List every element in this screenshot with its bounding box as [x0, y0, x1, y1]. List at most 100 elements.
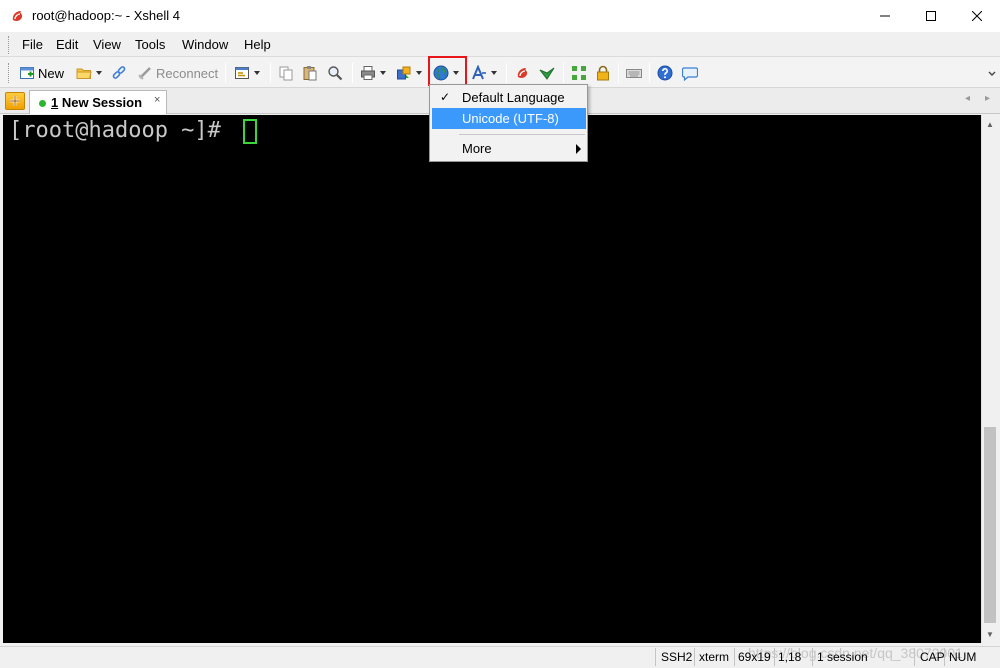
open-button[interactable] — [76, 62, 102, 84]
font-button[interactable] — [471, 62, 497, 84]
tab-scroll-right-icon[interactable]: ▸ — [985, 93, 990, 104]
lock-button[interactable] — [595, 62, 611, 84]
copy-icon — [279, 66, 293, 81]
scrollbar-thumb[interactable] — [984, 427, 996, 623]
new-label: New — [38, 65, 65, 81]
help-button[interactable] — [657, 62, 673, 84]
open-folder-icon — [76, 68, 92, 79]
status-separator — [774, 648, 775, 666]
xagent-button[interactable] — [539, 62, 555, 84]
menubar-grip[interactable] — [8, 36, 11, 54]
paste-button[interactable] — [302, 62, 318, 84]
chevron-down-icon — [491, 71, 497, 75]
menu-edit[interactable]: Edit — [56, 37, 78, 52]
encoding-globe-icon — [433, 65, 449, 81]
submenu-arrow-icon — [576, 144, 581, 154]
tab-scroll-left-icon[interactable]: ◂ — [965, 93, 970, 104]
plus-icon — [10, 96, 20, 106]
tab-label: 1 New Session — [51, 95, 142, 110]
status-separator — [812, 648, 813, 666]
status-separator — [944, 648, 945, 666]
status-terminal-type: xterm — [699, 650, 729, 664]
status-cursor-position: 1,18 — [778, 650, 802, 664]
status-terminal-size: 69x19 — [738, 650, 771, 664]
copy-button[interactable] — [278, 62, 294, 84]
reconnect-button[interactable]: Reconnect — [137, 62, 218, 84]
paste-icon — [303, 66, 317, 81]
link-icon — [112, 66, 126, 79]
close-icon — [972, 11, 982, 21]
chevron-down-icon — [416, 71, 422, 75]
menu-item-unicode-utf8[interactable]: Unicode (UTF-8) — [432, 108, 586, 129]
menu-item-label: More — [462, 141, 492, 156]
menu-window[interactable]: Window — [182, 37, 228, 52]
find-button[interactable] — [327, 62, 343, 84]
toolbar-separator — [225, 63, 226, 83]
menu-separator — [459, 134, 585, 135]
maximize-button[interactable] — [908, 0, 954, 32]
shell-prompt: [root@hadoop ~]# — [9, 118, 235, 143]
fullscreen-button[interactable] — [571, 62, 587, 84]
checkmark-icon: ✓ — [440, 90, 451, 104]
status-separator — [694, 648, 695, 666]
menu-item-more[interactable]: More — [432, 138, 586, 159]
scroll-down-icon[interactable]: ▼ — [982, 627, 998, 641]
encoding-button[interactable] — [433, 62, 459, 84]
status-num-lock: NUM — [949, 650, 977, 664]
keyboard-button[interactable] — [626, 62, 642, 84]
menu-file[interactable]: File — [22, 37, 43, 52]
fullscreen-icon — [572, 66, 586, 80]
chevron-down-icon — [453, 71, 459, 75]
minimize-button[interactable] — [862, 0, 908, 32]
terminal-cursor — [243, 119, 257, 144]
window-title: root@hadoop:~ - Xshell 4 — [32, 8, 180, 23]
status-separator — [914, 648, 915, 666]
font-icon — [472, 65, 486, 80]
chat-button[interactable] — [682, 62, 698, 84]
toolbar-overflow-icon[interactable] — [988, 70, 996, 78]
menu-help[interactable]: Help — [244, 37, 271, 52]
xftp-button[interactable] — [515, 62, 531, 84]
tab-close-button[interactable]: × — [154, 94, 160, 106]
chevron-down-icon — [380, 71, 386, 75]
status-separator — [655, 648, 656, 666]
menu-view[interactable]: View — [93, 37, 121, 52]
transfer-button[interactable] — [396, 62, 422, 84]
status-separator — [734, 648, 735, 666]
menu-item-label: Unicode (UTF-8) — [462, 111, 559, 126]
tab-new-session[interactable]: 1 New Session × — [29, 90, 167, 114]
close-button[interactable] — [954, 0, 1000, 32]
keyboard-icon — [626, 69, 642, 78]
help-icon — [657, 65, 673, 81]
chevron-down-icon — [254, 71, 260, 75]
chevron-down-icon — [96, 71, 102, 75]
lock-icon — [597, 65, 609, 81]
toolbar-grip[interactable] — [8, 63, 11, 83]
properties-icon — [235, 67, 249, 79]
status-protocol: SSH2 — [661, 650, 693, 664]
new-session-button[interactable]: New — [19, 62, 64, 84]
reconnect-icon — [138, 67, 151, 80]
xagent-icon — [539, 67, 555, 80]
connect-link-button[interactable] — [111, 62, 127, 84]
menu-tools[interactable]: Tools — [135, 37, 165, 52]
terminal-area[interactable]: [root@hadoop ~]# — [3, 115, 981, 643]
xftp-icon — [517, 68, 528, 78]
reconnect-label: Reconnect — [156, 65, 219, 81]
print-button[interactable] — [360, 62, 386, 84]
menu-item-label: Default Language — [462, 90, 565, 105]
toolbar-separator — [563, 63, 564, 83]
add-tab-button[interactable] — [5, 92, 25, 110]
properties-button[interactable] — [234, 62, 260, 84]
find-icon — [328, 66, 343, 81]
toolbar-separator — [649, 63, 650, 83]
xshell-logo-icon — [10, 8, 26, 24]
scroll-up-icon[interactable]: ▲ — [982, 117, 998, 131]
print-icon — [361, 66, 375, 80]
toolbar-separator — [270, 63, 271, 83]
transfer-icon — [397, 66, 411, 80]
menu-item-default-language[interactable]: ✓ Default Language — [432, 87, 586, 108]
toolbar-separator — [352, 63, 353, 83]
status-sessions: 1 session — [817, 650, 868, 664]
terminal-scrollbar[interactable]: ▲ ▼ — [981, 115, 998, 643]
